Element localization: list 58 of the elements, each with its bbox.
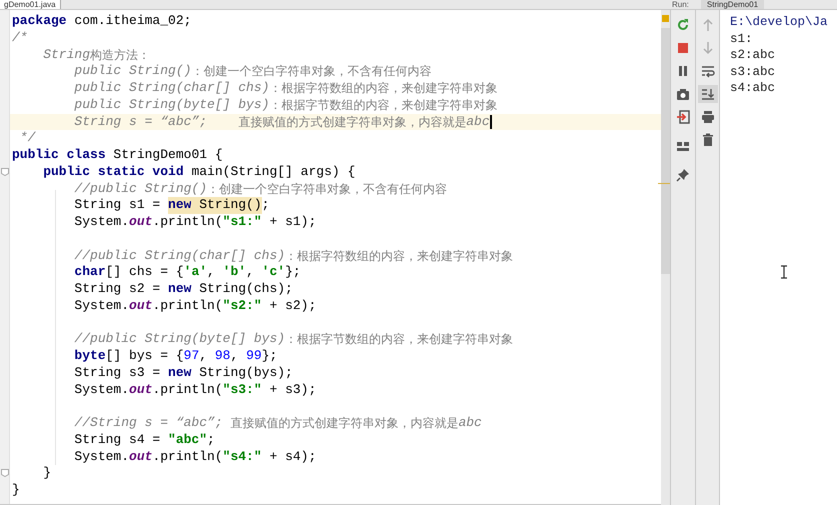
code-line: //public String(byte[] bys)：根据字节数组的内容，来创建字符串对象 bbox=[73, 331, 514, 348]
code-line: //public String()：创建一个空白字符串对象，不含有任何内容 bbox=[73, 180, 448, 198]
text-caret bbox=[490, 114, 492, 129]
code-line: } bbox=[11, 482, 21, 499]
stop-icon bbox=[676, 41, 690, 55]
soft-wrap-icon bbox=[700, 64, 714, 78]
code-line: public class StringDemo01 { bbox=[11, 147, 224, 164]
code-line: String s4 = "abc"; bbox=[73, 432, 216, 448]
exit-button[interactable] bbox=[674, 110, 692, 124]
console-output-line: s3:abc bbox=[730, 64, 776, 80]
run-panel-label: Run: bbox=[671, 0, 690, 9]
run-tab[interactable]: StringDemo01 bbox=[700, 0, 764, 9]
camera-icon bbox=[676, 87, 690, 101]
down-arrow-icon bbox=[700, 41, 714, 55]
layout-button[interactable] bbox=[674, 139, 692, 153]
scroll-end-button[interactable] bbox=[698, 85, 718, 103]
editor-scrollbar[interactable] bbox=[661, 10, 670, 505]
code-line: System.out.println("s4:" + s4); bbox=[73, 448, 318, 466]
code-line: System.out.println("s2:" + s2); bbox=[73, 298, 318, 314]
code-line: package com.itheima_02; bbox=[11, 13, 192, 30]
code-line: System.out.println("s1:" + s1); bbox=[73, 214, 318, 231]
code-line: public String(byte[] bys)：根据字节数组的内容，来创建字符串对象 bbox=[73, 96, 498, 114]
camera-button[interactable] bbox=[674, 87, 692, 101]
code-line: public static void main(String[] args) { bbox=[42, 164, 356, 180]
code-line: public String()：创建一个空白字符串对象，不含有任何内容 bbox=[73, 63, 432, 80]
rerun-icon bbox=[676, 18, 690, 32]
code-line: String s3 = new String(bys); bbox=[73, 364, 294, 382]
code-line: char[] chs = {'a', 'b', 'c'}; bbox=[73, 264, 302, 281]
console-command-line: E:\develop\Ja bbox=[730, 14, 829, 30]
console-output-line: s1: bbox=[730, 30, 754, 47]
console-output-line: s4:abc bbox=[730, 80, 776, 96]
code-line: System.out.println("s3:" + s3); bbox=[73, 382, 318, 398]
code-line: String构造方法： bbox=[42, 46, 152, 64]
exit-icon bbox=[676, 110, 690, 124]
code-line: String s2 = new String(chs); bbox=[73, 281, 294, 298]
code-line: public String(char[] chs)：根据字符数组的内容，来创建字符串对象 bbox=[73, 80, 498, 97]
trash-icon bbox=[700, 133, 714, 147]
print-icon bbox=[700, 110, 714, 124]
up-arrow-icon bbox=[700, 18, 714, 32]
pin-icon bbox=[676, 168, 690, 182]
console-output-line: s2:abc bbox=[730, 47, 776, 64]
layout-icon bbox=[676, 139, 690, 153]
warning-marker bbox=[662, 15, 669, 22]
code-line: /* bbox=[11, 30, 29, 46]
pause-icon bbox=[676, 64, 690, 78]
text-cursor-icon bbox=[780, 265, 788, 279]
code-line: byte[] bys = {97, 98, 99}; bbox=[73, 348, 278, 365]
error-stripe-mark bbox=[658, 183, 670, 184]
code-line: } bbox=[42, 465, 52, 482]
code-line: String s1 = new String(); bbox=[73, 197, 270, 214]
code-line: */ bbox=[18, 130, 37, 147]
code-line: //public String(char[] chs)：根据字符数组的内容，来创建字符串对象 bbox=[73, 248, 514, 264]
fold-marker-icon[interactable] bbox=[1, 469, 9, 478]
pin-button[interactable] bbox=[674, 168, 692, 182]
code-line: //String s = “abc”; 直接赋值的方式创建字符串对象，内容就是abc bbox=[73, 415, 483, 432]
editor-tab[interactable]: gDemo01.java bbox=[0, 0, 61, 9]
fold-marker-icon[interactable] bbox=[1, 168, 9, 176]
scroll-to-end-icon bbox=[700, 87, 714, 101]
